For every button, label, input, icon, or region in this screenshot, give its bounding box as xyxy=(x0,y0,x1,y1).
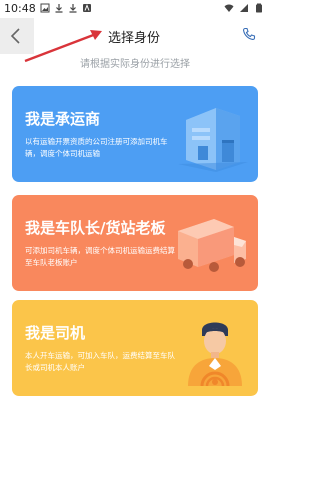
warehouse-icon xyxy=(178,108,248,172)
phone-icon[interactable] xyxy=(242,27,256,41)
page-title: 选择身份 xyxy=(108,31,161,46)
card-title: 我是车队长/货站老板 xyxy=(25,219,166,237)
card-description: 可添加司机车辆，调度个体司机运输运费结算至车队老板账户 xyxy=(25,246,175,267)
truck-icon xyxy=(178,219,246,272)
status-time: 10:48 xyxy=(4,2,36,15)
card-description: 本人开车运输，可加入车队，运费结算至车队长或司机本人账户 xyxy=(25,351,175,372)
signal-icon xyxy=(239,3,249,13)
page-subtitle: 请根据实际身份进行选择 xyxy=(80,59,190,70)
role-card-fleet-owner[interactable]: 我是车队长/货站老板 可添加司机车辆，调度个体司机运输运费结算至车队老板账户 xyxy=(12,195,258,291)
card-title: 我是承运商 xyxy=(25,110,101,128)
status-bar: 10:48 xyxy=(0,0,270,18)
driver-icon xyxy=(188,322,242,386)
chevron-left-icon xyxy=(10,28,20,44)
status-notifications xyxy=(40,3,92,13)
image-notification-icon xyxy=(40,3,50,13)
role-card-driver[interactable]: 我是司机 本人开车运输，可加入车队，运费结算至车队长或司机本人账户 xyxy=(12,300,258,396)
wifi-icon xyxy=(224,3,234,13)
download-icon xyxy=(54,3,64,13)
app-notification-icon xyxy=(82,3,92,13)
battery-icon xyxy=(254,3,264,13)
download-icon xyxy=(68,3,78,13)
card-description: 以有运输开票资质的公司注册可添加司机车辆，调度个体司机运输 xyxy=(25,137,168,158)
card-title: 我是司机 xyxy=(25,324,86,342)
role-card-carrier[interactable]: 我是承运商 以有运输开票资质的公司注册可添加司机车辆，调度个体司机运输 xyxy=(12,86,258,182)
status-system xyxy=(224,3,264,13)
